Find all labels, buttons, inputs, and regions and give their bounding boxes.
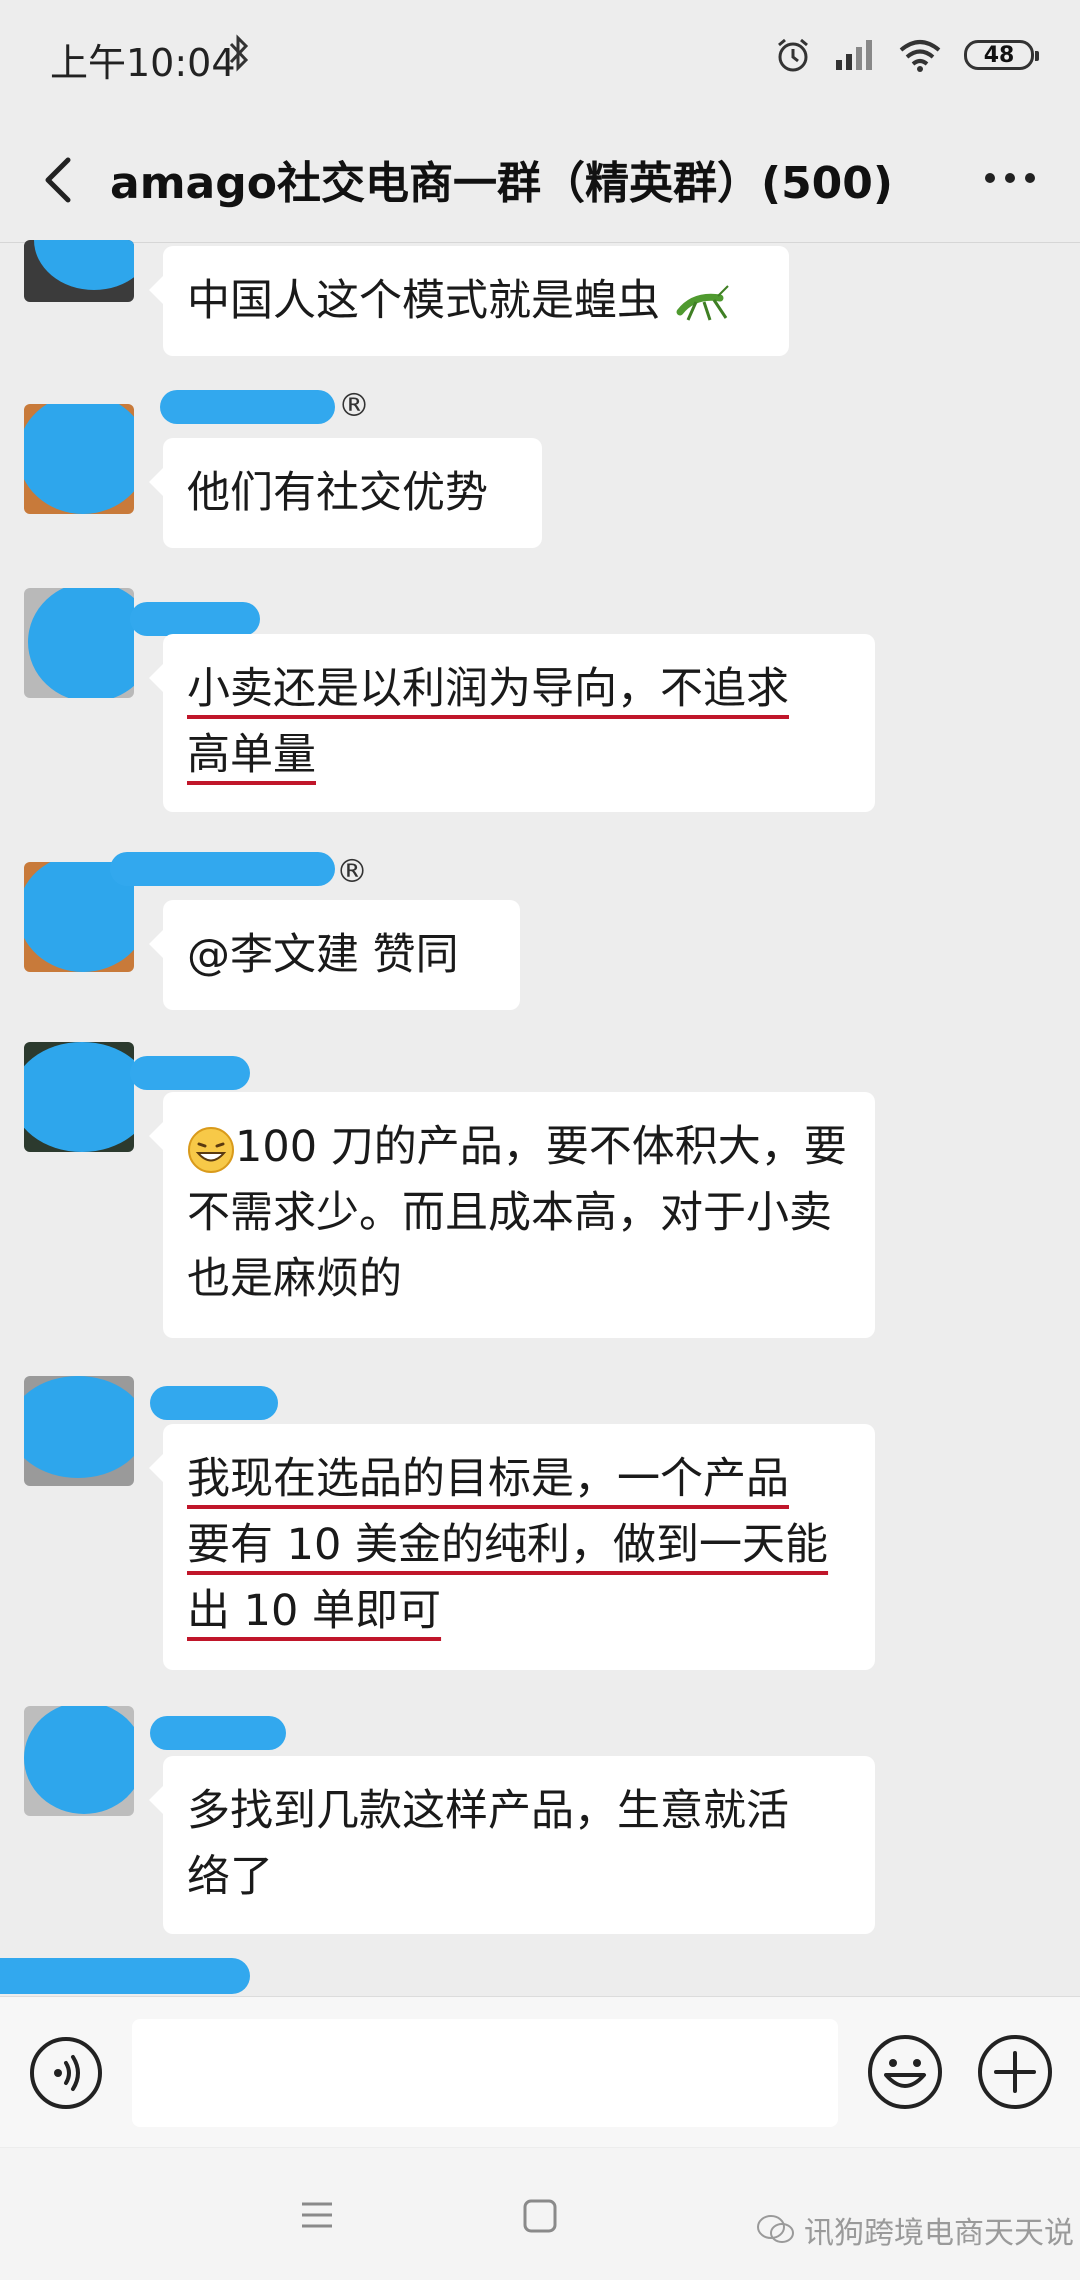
message-bubble: 100 刀的产品，要不体积大，要 不需求少。而且成本高，对于小卖 也是麻烦的 (149, 1092, 875, 1338)
sender-name-redacted (150, 1716, 286, 1750)
message-text-line: 出 10 单即可 (187, 1586, 442, 1636)
system-nav-bar: 讯狗跨境电商天天说 (0, 2148, 1080, 2280)
avatar[interactable] (24, 1376, 134, 1486)
avatar[interactable] (24, 240, 134, 302)
avatar[interactable] (24, 404, 134, 514)
chevron-left-icon[interactable] (30, 150, 90, 210)
status-time: 上午10:04 (50, 41, 236, 85)
watermark-text: 讯狗跨境电商天天说 (804, 2216, 1074, 2251)
sender-badge: ® (336, 852, 368, 890)
wechat-logo-icon (757, 2215, 794, 2243)
sender-badge: ® (338, 386, 370, 424)
chat-header: amago社交电商一群（精英群）(500) (0, 120, 1080, 243)
sender-name-redacted (130, 602, 260, 636)
avatar[interactable] (24, 1042, 134, 1152)
message-input[interactable] (132, 2019, 838, 2127)
message-bubble: 我现在选品的目标是，一个产品 要有 10 美金的纯利，做到一天能 出 10 单即… (149, 1424, 875, 1670)
grasshopper-emoji (676, 284, 729, 321)
message-bubble: @李文建 赞同 (149, 900, 520, 1010)
message-bubble: 中国人这个模式就是蝗虫 (149, 246, 789, 356)
message-text-line: 多找到几款这样产品，生意就活 (187, 1786, 789, 1836)
battery-indicator: 48 (964, 40, 1039, 70)
message-text-line: 我现在选品的目标是，一个产品 (187, 1454, 789, 1504)
sender-name-redacted (110, 852, 335, 886)
more-icon[interactable] (980, 158, 1040, 198)
status-bar: 上午10:04 48 (0, 0, 1080, 120)
chat-title: amago社交电商一群（精英群）(500) (110, 158, 894, 209)
message-text-line: 100 刀的产品，要不体积大，要 (235, 1122, 847, 1172)
message-text-line: 也是麻烦的 (187, 1254, 402, 1304)
message-bubble: 多找到几款这样产品，生意就活 络了 (149, 1756, 875, 1934)
sender-name-redacted (130, 1056, 250, 1090)
message-text: 他们有社交优势 (187, 468, 488, 518)
avatar[interactable] (24, 1706, 134, 1816)
input-bar (0, 1996, 1080, 2147)
sender-name-redacted (150, 1386, 278, 1420)
message-text: 中国人这个模式就是蝗虫 (187, 276, 660, 326)
grin-emoji (188, 1126, 234, 1173)
sender-name-redacted (160, 390, 335, 424)
message-text: @李文建 赞同 (187, 930, 459, 980)
voice-icon[interactable] (28, 2035, 104, 2111)
battery-level: 48 (983, 42, 1015, 68)
message-text-line: 小卖还是以利润为导向，不追求 (187, 664, 789, 714)
alarm-icon (778, 38, 808, 72)
home-square-icon[interactable] (522, 2198, 558, 2234)
plus-icon[interactable] (976, 2033, 1054, 2111)
message-bubble: 他们有社交优势 (149, 438, 542, 548)
watermark: 讯狗跨境电商天天说 (756, 2208, 1074, 2252)
message-text-line: 高单量 (187, 730, 316, 780)
wifi-icon (899, 40, 941, 72)
message-text-line: 不需求少。而且成本高，对于小卖 (187, 1188, 832, 1238)
message-text-line: 要有 10 美金的纯利，做到一天能 (187, 1520, 829, 1570)
smiley-icon[interactable] (866, 2033, 944, 2111)
sender-name-redacted (0, 1958, 250, 1994)
bluetooth-icon (229, 34, 249, 72)
message-text-line: 络了 (187, 1852, 273, 1902)
menu-icon[interactable] (300, 2200, 334, 2230)
signal-icon (836, 40, 872, 70)
message-bubble: 小卖还是以利润为导向，不追求 高单量 (149, 634, 875, 812)
avatar[interactable] (24, 588, 134, 698)
